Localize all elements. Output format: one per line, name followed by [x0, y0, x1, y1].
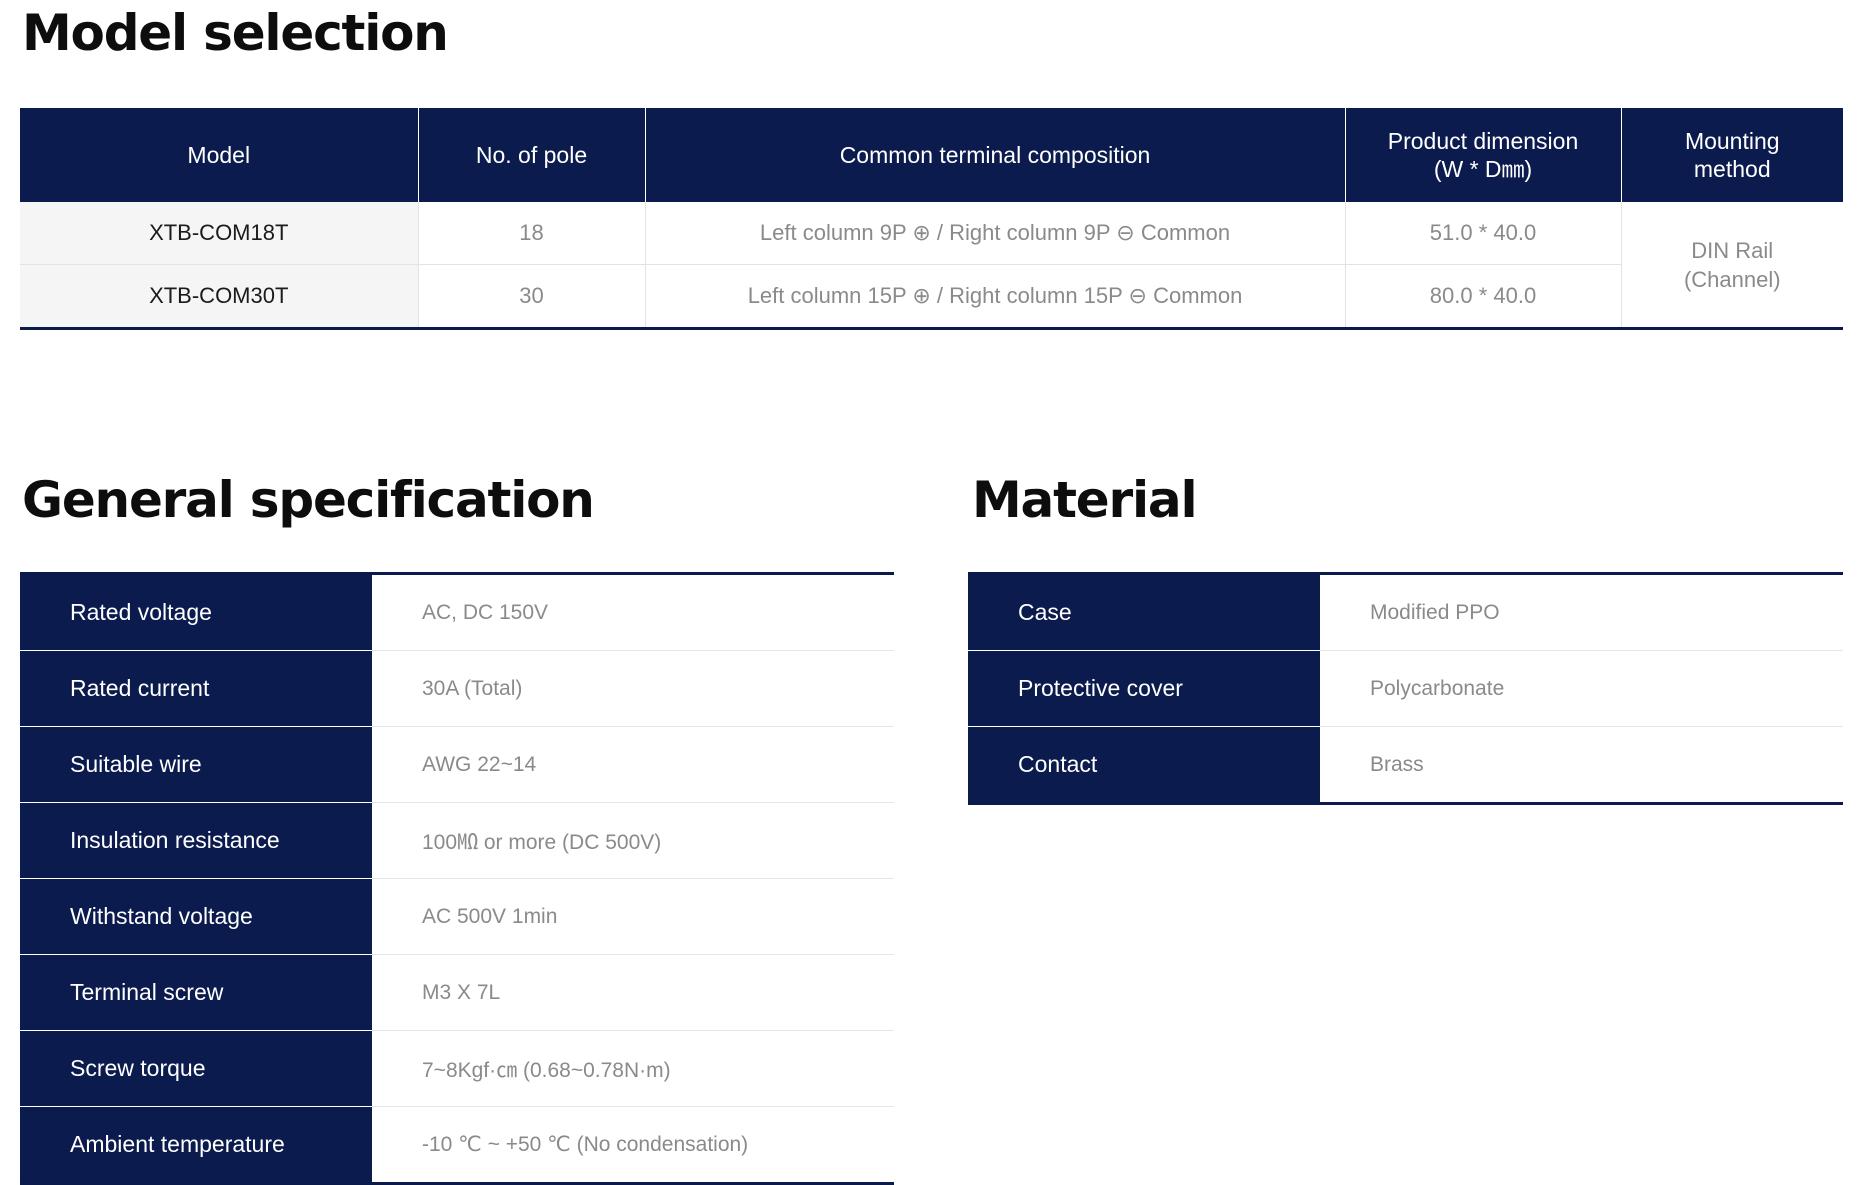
- composition-cell: Left column 15P ⊕ / Right column 15P ⊖ C…: [644, 264, 1345, 329]
- header-product-dimension-line1: Product dimension: [1387, 128, 1579, 154]
- mounting-method-cell: DIN Rail (Channel): [1620, 202, 1843, 329]
- spec-value: 7~8Kgf·㎝ (0.68~0.78N·m): [372, 1030, 894, 1107]
- spec-value: AWG 22~14: [372, 726, 894, 803]
- header-no-of-pole: No. of pole: [417, 108, 645, 202]
- material-value: Modified PPO: [1320, 573, 1843, 651]
- table-row: XTB-COM18T 18 Left column 9P ⊕ / Right c…: [20, 202, 1843, 329]
- spec-label: Screw torque: [20, 1030, 372, 1107]
- spec-label: Rated current: [20, 650, 372, 727]
- material-table: Case Modified PPO Protective cover Polyc…: [968, 572, 1843, 805]
- material-value: Brass: [1370, 752, 1424, 776]
- spec-value: -10 ℃ ~ +50 ℃ (No condensation): [422, 1133, 749, 1156]
- header-mounting-method: Mounting method: [1620, 108, 1843, 202]
- mounting-method-line1: DIN Rail: [1691, 237, 1774, 263]
- material-label: Protective cover: [968, 650, 1320, 727]
- dimension-cell: 80.0 * 40.0: [1344, 264, 1621, 329]
- spec-label: Withstand voltage: [20, 878, 372, 955]
- model-cell: XTB-COM18T: [20, 202, 418, 265]
- general-specification-table: Rated voltage AC, DC 150V Rated current …: [20, 572, 894, 1185]
- spec-label: Suitable wire: [20, 726, 372, 803]
- spec-row-screw-torque: Screw torque 7~8Kgf·㎝ (0.68~0.78N·m): [20, 1030, 894, 1107]
- header-mounting-method-line1: Mounting: [1684, 128, 1780, 154]
- spec-value: 100㏁ or more (DC 500V): [372, 802, 894, 879]
- spec-label: Rated voltage: [20, 573, 372, 651]
- material-value: Polycarbonate: [1320, 650, 1843, 727]
- spec-row-withstand-voltage: Withstand voltage AC 500V 1min: [20, 878, 894, 955]
- spec-row-rated-current: Rated current 30A (Total): [20, 650, 894, 727]
- material-row-contact: Contact Brass: [968, 726, 1843, 804]
- model-cell: XTB-COM30T: [20, 264, 418, 329]
- table-row: XTB-COM30T 30 Left column 15P ⊕ / Right …: [20, 264, 1843, 329]
- header-mounting-method-line2: method: [1693, 156, 1771, 182]
- spec-value: M3 X 7L: [372, 954, 894, 1031]
- spec-value: AC, DC 150V: [372, 573, 894, 651]
- spec-label: Terminal screw: [20, 954, 372, 1031]
- dimension-cell: 51.0 * 40.0: [1344, 202, 1621, 265]
- material-label: Case: [968, 573, 1320, 651]
- poles-cell: 30: [417, 264, 645, 329]
- model-table-header-row: Model No. of pole Common terminal compos…: [20, 108, 1843, 202]
- spec-value: AC 500V 1min: [372, 878, 894, 955]
- general-specification-title: General specification: [22, 471, 595, 529]
- spec-row-insulation-resistance: Insulation resistance 100㏁ or more (DC 5…: [20, 802, 894, 879]
- material-row-case: Case Modified PPO: [968, 573, 1843, 651]
- spec-label: Insulation resistance: [20, 802, 372, 879]
- poles-cell: 18: [417, 202, 645, 265]
- header-common-terminal-composition: Common terminal composition: [644, 108, 1345, 202]
- model-selection-table: Model No. of pole Common terminal compos…: [20, 108, 1843, 330]
- spec-row-suitable-wire: Suitable wire AWG 22~14: [20, 726, 894, 803]
- composition-cell: Left column 9P ⊕ / Right column 9P ⊖ Com…: [644, 202, 1345, 265]
- header-product-dimension-line2: (W * D㎜): [1433, 156, 1533, 182]
- spec-label: Ambient temperature: [20, 1106, 372, 1184]
- model-selection-title: Model selection: [22, 4, 449, 62]
- spec-row-rated-voltage: Rated voltage AC, DC 150V: [20, 573, 894, 651]
- material-row-protective-cover: Protective cover Polycarbonate: [968, 650, 1843, 727]
- spec-row-terminal-screw: Terminal screw M3 X 7L: [20, 954, 894, 1031]
- mounting-method-line2: (Channel): [1683, 266, 1781, 292]
- material-title: Material: [972, 471, 1198, 529]
- header-product-dimension: Product dimension (W * D㎜): [1344, 108, 1621, 202]
- spec-value: 30A (Total): [372, 650, 894, 727]
- header-model: Model: [20, 108, 418, 202]
- material-label: Contact: [968, 726, 1320, 804]
- spec-row-ambient-temperature: Ambient temperature -10 ℃ ~ +50 ℃ (No co…: [20, 1106, 894, 1184]
